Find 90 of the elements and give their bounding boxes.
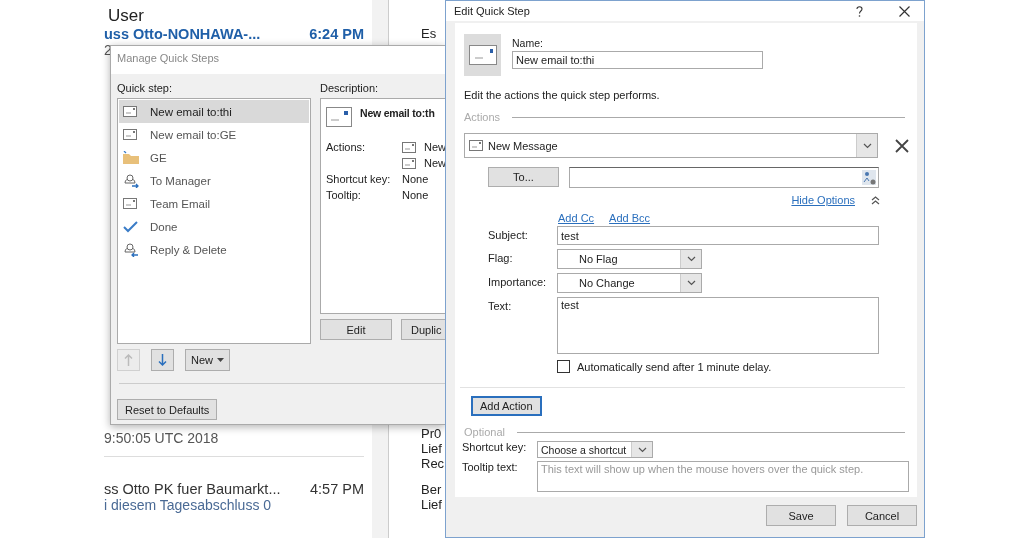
description-title: New email to:th [360,107,435,119]
quick-step-item[interactable]: Reply & Delete [119,238,309,261]
section-label: Actions [464,111,501,123]
duplicate-button[interactable]: Duplic [401,319,447,340]
message-body-text: Lief [421,497,443,512]
message-preview: 9:50:05 UTC 2018 [104,430,220,446]
option-dropdown[interactable]: No Change [557,273,702,293]
message-body-text: Ber [421,482,443,497]
envelope-icon [123,129,137,140]
envelope-icon [123,198,137,209]
chevron-down-icon [686,256,696,262]
actions-label: Actions: [326,141,367,155]
envelope-icon [123,106,137,117]
chevron-down-icon [637,446,647,453]
address-book-icon[interactable] [862,170,876,185]
message-subject[interactable]: uss Otto-NONHAWA-... [104,26,261,42]
field-label: Text: [488,299,512,312]
hide-options-link[interactable]: Hide Options [791,194,855,206]
chevron-down-icon [862,142,872,149]
name-label: Name: [512,37,544,49]
help-icon[interactable] [856,5,863,17]
envelope-icon [402,141,416,153]
envelope-icon [326,107,352,127]
save-button[interactable]: Save [766,505,836,526]
action-text: New [424,141,446,153]
add-bcc-link[interactable]: Add Bcc [609,212,651,224]
shortcut-label: Shortcut key: [462,441,527,453]
quick-step-item[interactable]: New email to:thi [119,100,309,123]
message-preview: i diesem Tagesabschluss 0 [104,497,273,513]
subject-field[interactable]: test [557,226,879,245]
instruction-text: Edit the actions the quick step performs. [464,89,661,101]
arrow-down-icon [158,354,167,366]
chevron-down-icon [686,280,696,286]
quick-step-item[interactable]: GE [119,146,309,169]
envelope-icon [468,45,497,65]
message-body-text: Rec [421,456,445,471]
quick-step-item[interactable]: New email to:GE [119,123,309,146]
message-time: 6:24 PM [309,26,364,42]
field-label: Importance: [488,275,547,288]
shortcut-value: None [402,173,430,185]
envelope-icon [402,157,416,169]
checkmark-icon [123,220,138,233]
checkbox-label: Automatically send after 1 minute delay. [577,360,772,373]
double-chevron-up-icon[interactable] [871,195,880,205]
shortcut-label: Shortcut key: [326,173,392,185]
cancel-button[interactable]: Cancel [847,505,917,526]
section-label: Optional [464,426,505,438]
caret-icon [217,358,224,362]
close-icon[interactable] [899,5,910,17]
person-arrow-icon [123,173,139,188]
quick-step-label: Quick step: [117,82,174,94]
tooltip-value: None [402,189,430,201]
quick-step-item[interactable]: Team Email [119,192,309,215]
message-time: 4:57 PM [310,481,364,497]
field-label: Subject: [488,228,528,241]
tooltip-label: Tooltip text: [462,461,518,473]
edit-button[interactable]: Edit [320,319,392,340]
new-button[interactable]: New [185,349,230,371]
envelope-icon [469,140,483,151]
message-body-text: Es [421,26,438,41]
add-action-button[interactable]: Add Action [471,396,542,416]
reset-button[interactable]: Reset to Defaults [117,399,218,420]
folder-icon [123,151,139,164]
arrow-up-icon [124,354,133,366]
move-down-button[interactable] [151,349,174,371]
action-dropdown[interactable]: New Message [464,133,878,158]
checkbox[interactable] [557,360,570,373]
description-label: Description: [320,82,380,94]
to-button[interactable]: To... [488,167,559,187]
add-cc-link[interactable]: Add Cc [558,212,595,224]
option-dropdown[interactable]: No Flag [557,249,702,269]
shortcut-dropdown[interactable]: Choose a shortcut [537,441,653,458]
message-body-text: Pr0 [421,426,443,441]
folder-title: User [108,6,145,26]
field-label: Flag: [488,251,513,264]
person-arrow-icon [123,242,139,257]
name-field[interactable]: New email to:thi [512,51,763,69]
quick-step-item[interactable]: Done [119,215,309,238]
tooltip-field[interactable]: This text will show up when the mouse hovers over the quick step. [537,461,909,492]
tooltip-label: Tooltip: [326,189,362,201]
action-text: New [424,157,446,169]
to-field[interactable] [569,167,879,188]
dialog-title: Manage Quick Steps [111,46,445,74]
quick-step-item[interactable]: To Manager [119,169,309,192]
message-body-text: Lief [421,441,443,456]
quick-step-icon-tile[interactable] [464,34,501,76]
dialog-title: Edit Quick Step [454,5,531,17]
message-text-area[interactable]: test [557,297,879,354]
message-subject[interactable]: ss Otto PK fuer Baumarkt... [104,481,281,497]
remove-icon[interactable] [895,138,909,153]
